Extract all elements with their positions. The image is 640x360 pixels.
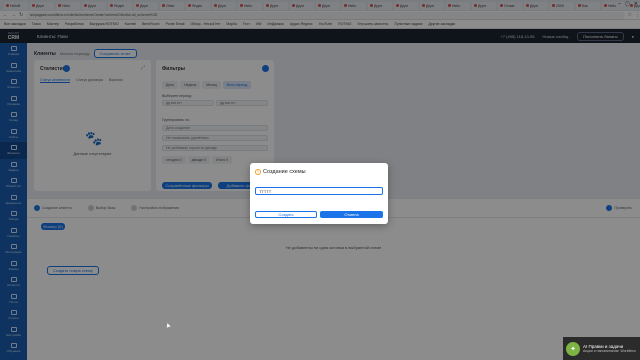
modal-cancel-button[interactable]: Отмена [320,211,383,218]
warning-icon: ! [255,169,261,175]
ai-icon: ✦ [566,341,580,356]
modal-create-button[interactable]: Создать [255,211,317,218]
notification-toast[interactable]: ✦ AI Правки и задачи Акции и напоминания… [563,337,640,360]
modal-title: Создание схемы [263,169,306,175]
toast-subtitle: Акции и напоминания: Worldlens [583,349,636,353]
create-scheme-modal: ! Создание схемы Создать Отмена [250,163,388,224]
scheme-name-input[interactable] [255,187,383,195]
